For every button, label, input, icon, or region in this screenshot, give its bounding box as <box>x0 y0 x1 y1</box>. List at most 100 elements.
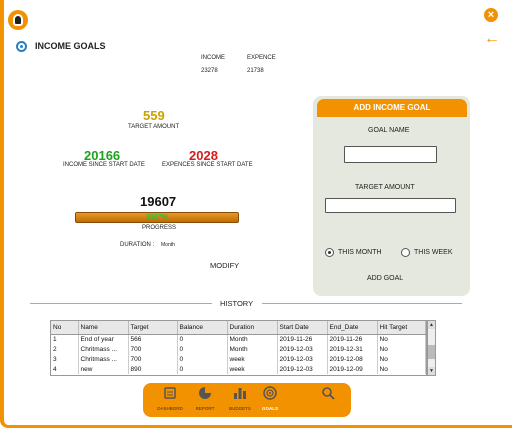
table-cell: Chritmass ... <box>78 354 129 364</box>
table-cell: 4 <box>51 364 79 374</box>
col-no[interactable]: No <box>51 321 79 335</box>
add-goal-panel: ADD INCOME GOAL GOAL NAME TARGET AMOUNT … <box>313 96 470 296</box>
history-divider-right <box>262 303 462 304</box>
table-cell: week <box>227 354 278 364</box>
nav-dashboard[interactable]: DASHBORD <box>152 386 188 411</box>
table-cell: 0 <box>177 354 228 364</box>
this-month-radio[interactable] <box>325 248 334 257</box>
page-title: INCOME GOALS <box>35 41 106 51</box>
col-end-date[interactable]: End_Date <box>327 321 378 335</box>
nav-goals[interactable]: GOALS <box>252 386 288 411</box>
goal-name-input[interactable] <box>344 146 437 163</box>
pie-chart-icon <box>199 387 211 399</box>
nav-dashboard-label: DASHBORD <box>157 406 183 411</box>
table-cell: No <box>377 334 426 344</box>
scroll-up-icon[interactable]: ▲ <box>428 321 435 329</box>
duration-value: Month <box>161 242 175 248</box>
table-cell: Month <box>227 344 278 354</box>
target-amount-label: TARGET AMOUNT <box>355 184 415 191</box>
income-since-value: 20166 <box>84 148 121 163</box>
add-income-goal-header: ADD INCOME GOAL <box>317 99 467 117</box>
table-cell: 3 <box>51 354 79 364</box>
expence-value: 21738 <box>247 68 264 74</box>
table-row[interactable]: 1 End of year 566 0 Month 2019-11-26 2019-11-2… <box>51 334 426 344</box>
balance-value: 19607 <box>140 194 177 209</box>
back-arrow-icon[interactable]: ← <box>484 30 500 48</box>
scroll-thumb[interactable] <box>428 345 435 359</box>
this-week-radio[interactable] <box>401 248 410 257</box>
table-cell: 2019-12-09 <box>327 364 378 374</box>
scroll-down-icon[interactable]: ▼ <box>428 367 435 375</box>
table-cell: new <box>78 364 129 374</box>
this-week-label: THIS WEEK <box>414 249 453 256</box>
table-cell: 2019-12-03 <box>277 354 328 364</box>
add-goal-button[interactable]: ADD GOAL <box>367 275 403 282</box>
this-month-label: THIS MONTH <box>338 249 382 256</box>
target-amount-label: TARGET AMOUNT <box>128 124 180 130</box>
history-table: No Name Target Balance Duration Start Da… <box>50 320 427 376</box>
table-cell: 700 <box>128 354 178 364</box>
income-value: 23278 <box>201 68 218 74</box>
search-icon <box>322 387 335 400</box>
table-cell: No <box>377 344 426 354</box>
col-target[interactable]: Target <box>128 321 178 335</box>
target-icon <box>263 386 277 400</box>
table-cell: 890 <box>128 364 178 374</box>
history-title: HISTORY <box>220 299 254 308</box>
table-cell: 566 <box>128 334 178 344</box>
col-start-date[interactable]: Start Date <box>277 321 328 335</box>
table-cell: End of year <box>78 334 129 344</box>
bar-chart-icon <box>234 388 246 399</box>
table-row[interactable]: 4 new 890 0 week 2019-12-03 2019-12-09 No <box>51 364 426 374</box>
table-scrollbar[interactable]: ▲ ▼ <box>427 320 436 376</box>
table-cell: 2019-12-03 <box>277 364 328 374</box>
progress-bar: 3507% <box>75 212 239 223</box>
nav-report-label: REPORT <box>195 406 215 411</box>
expence-label: EXPENCE <box>247 55 276 61</box>
nav-report[interactable]: REPORT <box>187 386 223 411</box>
nav-goals-label: GOALS <box>261 406 278 411</box>
table-cell: week <box>227 364 278 374</box>
table-cell: No <box>377 364 426 374</box>
table-cell: 2 <box>51 344 79 354</box>
col-balance[interactable]: Balance <box>177 321 228 335</box>
target-amount-input[interactable] <box>325 198 456 213</box>
table-cell: 2019-12-31 <box>327 344 378 354</box>
history-divider-left <box>30 303 212 304</box>
expences-since-value: 2028 <box>189 148 218 163</box>
income-label: INCOME <box>201 55 225 61</box>
user-icon <box>13 14 23 26</box>
table-header-row: No Name Target Balance Duration Start Da… <box>51 321 426 335</box>
table-row[interactable]: 3 Chritmass ... 700 0 week 2019-12-03 2019-12-… <box>51 354 426 364</box>
target-icon <box>16 41 27 52</box>
table-cell: 2019-11-26 <box>327 334 378 344</box>
progress-label: PROGRESS <box>142 225 177 231</box>
table-cell: Month <box>227 334 278 344</box>
dashboard-icon <box>164 387 176 399</box>
table-cell: 0 <box>177 334 228 344</box>
progress-text: 3507% <box>146 214 168 221</box>
close-icon[interactable]: × <box>484 8 498 22</box>
table-cell: 0 <box>177 364 228 374</box>
table-cell: 2019-12-03 <box>277 344 328 354</box>
duration-label: DURATION : <box>120 242 155 248</box>
table-cell: 0 <box>177 344 228 354</box>
user-avatar[interactable] <box>8 10 28 30</box>
goal-name-label: GOAL NAME <box>368 127 410 134</box>
table-cell: 2019-12-08 <box>327 354 378 364</box>
table-cell: 2019-11-26 <box>277 334 328 344</box>
col-duration[interactable]: Duration <box>227 321 278 335</box>
table-cell: 1 <box>51 334 79 344</box>
col-name[interactable]: Name <box>78 321 129 335</box>
table-cell: No <box>377 354 426 364</box>
modify-button[interactable]: MODIFY <box>210 261 239 270</box>
target-amount-value: 559 <box>143 108 165 123</box>
table-cell: 700 <box>128 344 178 354</box>
table-cell: Chritmass ... <box>78 344 129 354</box>
expences-since-label: EXPENCES SINCE START DATE <box>162 162 253 168</box>
table-row[interactable]: 2 Chritmass ... 700 0 Month 2019-12-03 2019-12… <box>51 344 426 354</box>
income-since-label: INCOME SINCE START DATE <box>63 162 145 168</box>
col-hit-target[interactable]: Hit Target <box>377 321 426 335</box>
bottom-nav: DASHBORD REPORT BUDGETS GOALS <box>143 383 351 417</box>
nav-search[interactable] <box>310 386 346 400</box>
